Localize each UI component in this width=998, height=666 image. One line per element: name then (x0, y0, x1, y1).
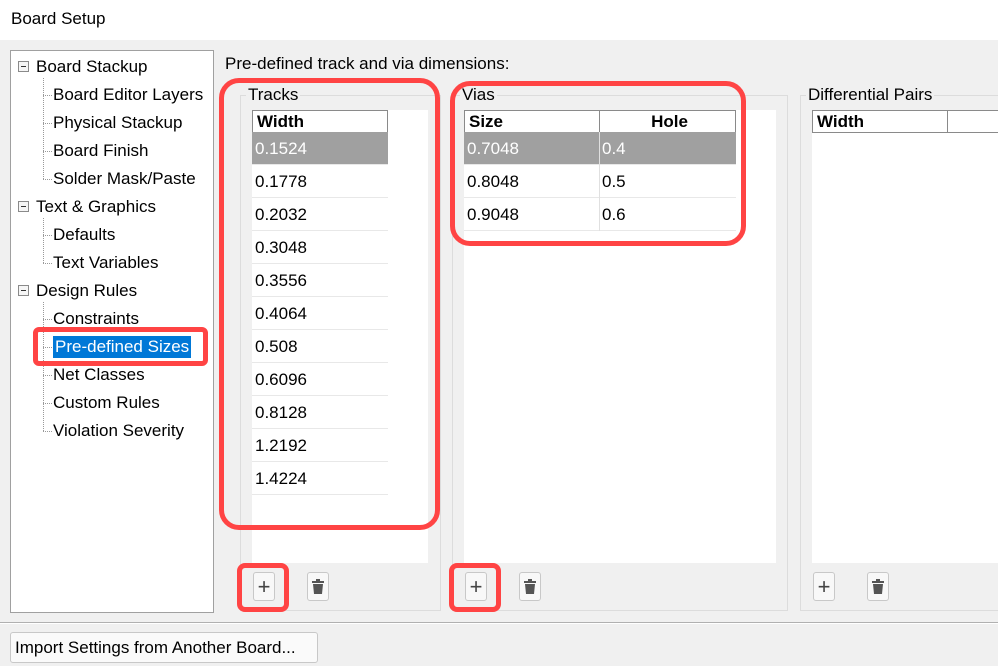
tree-connector (43, 263, 52, 264)
tree-item[interactable]: Text Variables (53, 252, 159, 274)
diff-pairs-table[interactable]: Width (812, 110, 998, 563)
tree-connector (43, 151, 44, 179)
tree-item[interactable]: Board Editor Layers (53, 84, 203, 106)
tree-item[interactable]: Design Rules (36, 280, 137, 302)
tree-connector (43, 95, 52, 96)
highlight-vias (450, 81, 746, 246)
plus-icon: + (817, 573, 831, 599)
tree-connector (43, 123, 44, 151)
highlight-add-via (449, 563, 501, 612)
tree-connector (43, 431, 52, 432)
tree-connector (43, 235, 44, 263)
collapse-icon[interactable] (18, 285, 29, 296)
trash-icon (524, 579, 536, 594)
delete-diff-pair-button[interactable] (867, 572, 889, 601)
collapse-icon[interactable] (18, 61, 29, 72)
tree-connector (43, 179, 52, 180)
tree-item[interactable]: Board Finish (53, 140, 148, 162)
highlight-predefined-sizes (33, 327, 208, 366)
tree-item[interactable]: Text & Graphics (36, 196, 156, 218)
tree-connector (43, 403, 44, 431)
tree-connector (43, 235, 52, 236)
highlight-tracks (219, 78, 440, 530)
tree-connector (43, 375, 44, 403)
add-diff-pair-button[interactable]: + (813, 572, 835, 601)
trash-icon (872, 579, 884, 594)
tree-connector (43, 302, 44, 319)
diff-gap-header[interactable] (947, 110, 998, 133)
tree-connector (43, 375, 52, 376)
delete-via-button[interactable] (519, 572, 541, 601)
highlight-add-track (237, 563, 289, 612)
diff-pairs-label: Differential Pairs (806, 85, 935, 104)
page-heading: Pre-defined track and via dimensions: (225, 54, 510, 73)
tree-connector (43, 123, 52, 124)
tree-item[interactable]: Solder Mask/Paste (53, 168, 196, 190)
trash-icon (312, 579, 324, 594)
title-bar (0, 0, 998, 40)
footer-separator (0, 622, 998, 624)
tree-item[interactable]: Board Stackup (36, 56, 148, 78)
tree-connector (43, 218, 44, 235)
tree-connector (43, 319, 52, 320)
tree-item[interactable]: Custom Rules (53, 392, 160, 414)
tree-connector (43, 403, 52, 404)
window-title: Board Setup (11, 9, 106, 28)
delete-track-button[interactable] (307, 572, 329, 601)
tree-connector (43, 151, 52, 152)
collapse-icon[interactable] (18, 201, 29, 212)
tree-item[interactable]: Physical Stackup (53, 112, 182, 134)
tree-item[interactable]: Defaults (53, 224, 115, 246)
tree-connector (43, 78, 44, 95)
tree-connector (43, 95, 44, 123)
import-settings-button[interactable]: Import Settings from Another Board... (10, 632, 318, 663)
tree-item[interactable]: Net Classes (53, 364, 145, 386)
tree-item[interactable]: Violation Severity (53, 420, 184, 442)
diff-width-header[interactable]: Width (812, 110, 948, 133)
